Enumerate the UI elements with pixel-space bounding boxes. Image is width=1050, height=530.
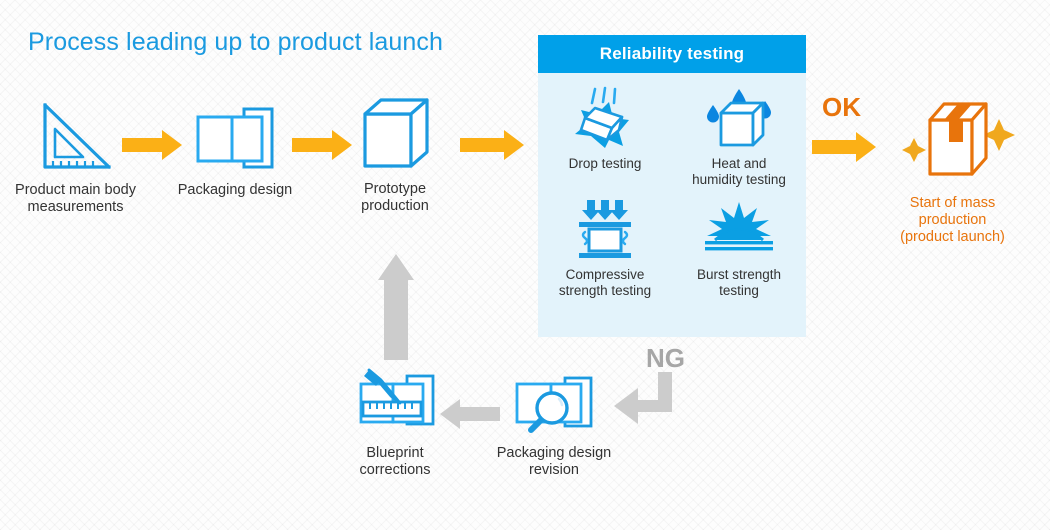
node-blueprint-corrections: Blueprint corrections [330,368,460,479]
sealed-box-icon [880,88,1025,188]
node-packaging-design-revision: Packaging design revision [488,372,620,479]
panel-header: Reliability testing [538,35,806,73]
node-label: Packaging design [177,182,293,198]
drop-testing-icon [538,86,672,151]
test-item-compressive-strength: Compressive strength testing [538,198,672,299]
arrow-right-orange-ok [812,130,878,169]
test-item-burst-strength: Burst strength testing [672,198,806,299]
test-grid: Drop testing Heat and humidity testing C… [538,73,806,299]
page-title: Process leading up to product launch [28,28,443,56]
diagram-canvas: Process leading up to product launch Pro… [0,0,1050,530]
test-label: Drop testing [568,156,642,171]
prototype-box-icon [340,92,450,174]
ok-badge: OK [822,92,861,122]
arrow-elbow-down-left-gray [612,372,688,433]
test-item-heat-humidity: Heat and humidity testing [672,87,806,188]
test-item-drop-testing: Drop testing [538,86,672,188]
node-packaging-design: Packaging design [170,95,300,199]
node-label: Product main body measurements [15,182,136,215]
test-label: Heat and humidity testing [692,156,786,187]
pencil-ruler-box-icon [330,368,460,438]
burst-strength-icon [672,198,806,262]
node-label: Start of mass production (product launch… [900,195,1005,245]
node-label: Blueprint corrections [359,445,431,478]
test-label: Burst strength testing [696,267,782,298]
arrow-right-orange-3 [460,128,526,167]
compressive-strength-icon [538,198,672,262]
reliability-testing-panel: Reliability testing Drop testing Heat an… [538,35,806,337]
node-label: Packaging design revision [496,445,612,478]
arrow-up-gray [378,250,414,367]
node-label: Prototype production [361,181,429,214]
heat-humidity-icon [672,87,806,151]
box-template-icon [170,95,300,175]
test-label: Compressive strength testing [558,267,652,298]
magnifier-box-icon [488,372,620,438]
node-mass-production: Start of mass production (product launch… [880,88,1025,246]
ng-badge: NG [646,343,685,373]
node-prototype-production: Prototype production [340,92,450,215]
